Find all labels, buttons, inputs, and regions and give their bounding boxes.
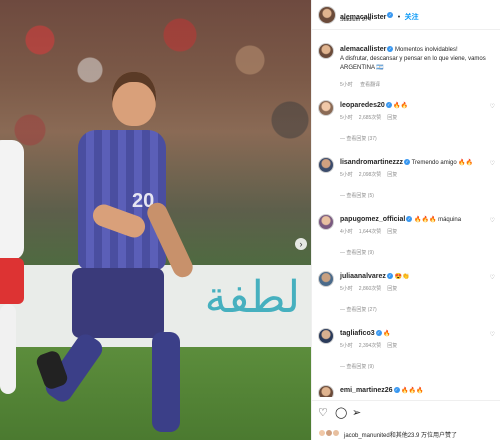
comments-list[interactable]: alemacallister ✓ Momentos inolvidables! A… bbox=[312, 31, 500, 397]
verified-badge-icon: ✓ bbox=[393, 387, 400, 394]
chevron-right-icon: › bbox=[299, 239, 303, 249]
like-comment-heart-icon[interactable]: ♡ bbox=[490, 274, 495, 281]
verified-badge-icon: ✓ bbox=[387, 46, 394, 53]
reply-button[interactable]: 回复 bbox=[387, 229, 397, 235]
verified-badge-icon: ✓ bbox=[406, 216, 413, 223]
celebrating-player: 20 bbox=[34, 70, 240, 440]
like-comment-heart-icon[interactable]: ♡ bbox=[490, 331, 495, 338]
view-replies-link[interactable]: — 查看回复 (5) bbox=[340, 192, 374, 199]
see-translation-link[interactable]: 查看翻译 bbox=[360, 82, 380, 88]
like-comment-heart-icon[interactable]: ♡ bbox=[490, 217, 495, 224]
likes-count-text[interactable]: jacob_manunited和其他23.9 万位用户赞了 bbox=[344, 430, 457, 439]
view-replies-link[interactable]: — 查看回复 (9) bbox=[340, 363, 374, 370]
comment-item: emi_martinez26 ✓ 🔥🔥🔥 bbox=[312, 382, 500, 397]
commenter-avatar[interactable] bbox=[318, 100, 334, 116]
post-actions-bar: ♡ ◯ ➢ bbox=[312, 400, 500, 424]
like-comment-heart-icon[interactable]: ♡ bbox=[490, 103, 495, 110]
comment-item: tagliafico3 ✓ 🔥 5小时 2,394次赞 回复 — 查看回复 (9) ♡ bbox=[312, 325, 500, 379]
follow-button[interactable]: 关注 bbox=[405, 14, 419, 21]
post-photo: لطفة 20 › bbox=[0, 0, 311, 440]
like-comment-heart-icon[interactable]: ♡ bbox=[490, 160, 495, 167]
comment-bubble-icon[interactable]: ◯ bbox=[335, 407, 347, 419]
post-side-panel: alemacallister ✓ • 关注 Stadium 974 alemaca… bbox=[311, 0, 500, 440]
view-replies-link[interactable]: — 查看回复 (9) bbox=[340, 249, 374, 256]
reply-button[interactable]: 回复 bbox=[387, 172, 397, 178]
argentina-flag-icon: 🇦🇷 bbox=[376, 65, 384, 71]
verified-badge-icon: ✓ bbox=[386, 273, 393, 280]
commenter-avatar[interactable] bbox=[318, 157, 334, 173]
next-photo-button[interactable]: › bbox=[295, 238, 307, 250]
commenter-avatar[interactable] bbox=[318, 385, 334, 397]
commenter-avatar[interactable] bbox=[318, 271, 334, 287]
commenter-avatar[interactable] bbox=[318, 214, 334, 230]
reply-button[interactable]: 回复 bbox=[387, 286, 397, 292]
author-avatar[interactable] bbox=[318, 43, 334, 59]
author-avatar[interactable] bbox=[318, 6, 336, 24]
likes-summary: jacob_manunited和其他23.9 万位用户赞了 bbox=[312, 424, 500, 440]
comment-item: lisandromartinezzz ✓ Tremendo amigo 🔥🔥 5小… bbox=[312, 154, 500, 208]
view-replies-link[interactable]: — 查看回复 (27) bbox=[340, 306, 377, 313]
post-caption: alemacallister ✓ Momentos inolvidables! A… bbox=[312, 41, 500, 91]
comment-item: papugomez_official ✓ 🔥🔥🔥 máquina 4小时 1,644… bbox=[312, 211, 500, 265]
post-header: alemacallister ✓ • 关注 Stadium 974 bbox=[312, 0, 500, 30]
share-send-icon[interactable]: ➢ bbox=[352, 407, 361, 419]
reply-button[interactable]: 回复 bbox=[387, 343, 397, 349]
opponent-player bbox=[0, 140, 30, 400]
verified-badge-icon: ✓ bbox=[375, 330, 382, 337]
commenter-avatar[interactable] bbox=[318, 328, 334, 344]
verified-badge-icon: ✓ bbox=[387, 11, 394, 18]
liker-avatar bbox=[332, 429, 340, 437]
comment-item: leoparedes20 ✓ 🔥🔥 5小时 2,685次赞 回复 — 查看回复 (37… bbox=[312, 97, 500, 151]
verified-badge-icon: ✓ bbox=[404, 159, 411, 166]
post-location[interactable]: Stadium 974 bbox=[340, 17, 371, 23]
reply-button[interactable]: 回复 bbox=[387, 115, 397, 121]
like-heart-icon[interactable]: ♡ bbox=[318, 407, 328, 419]
comment-item: juliaanalvarez ✓ 😍👏 5小时 2,860次赞 回复 — 查看回复 (… bbox=[312, 268, 500, 322]
view-replies-link[interactable]: — 查看回复 (37) bbox=[340, 135, 377, 142]
verified-badge-icon: ✓ bbox=[385, 102, 392, 109]
